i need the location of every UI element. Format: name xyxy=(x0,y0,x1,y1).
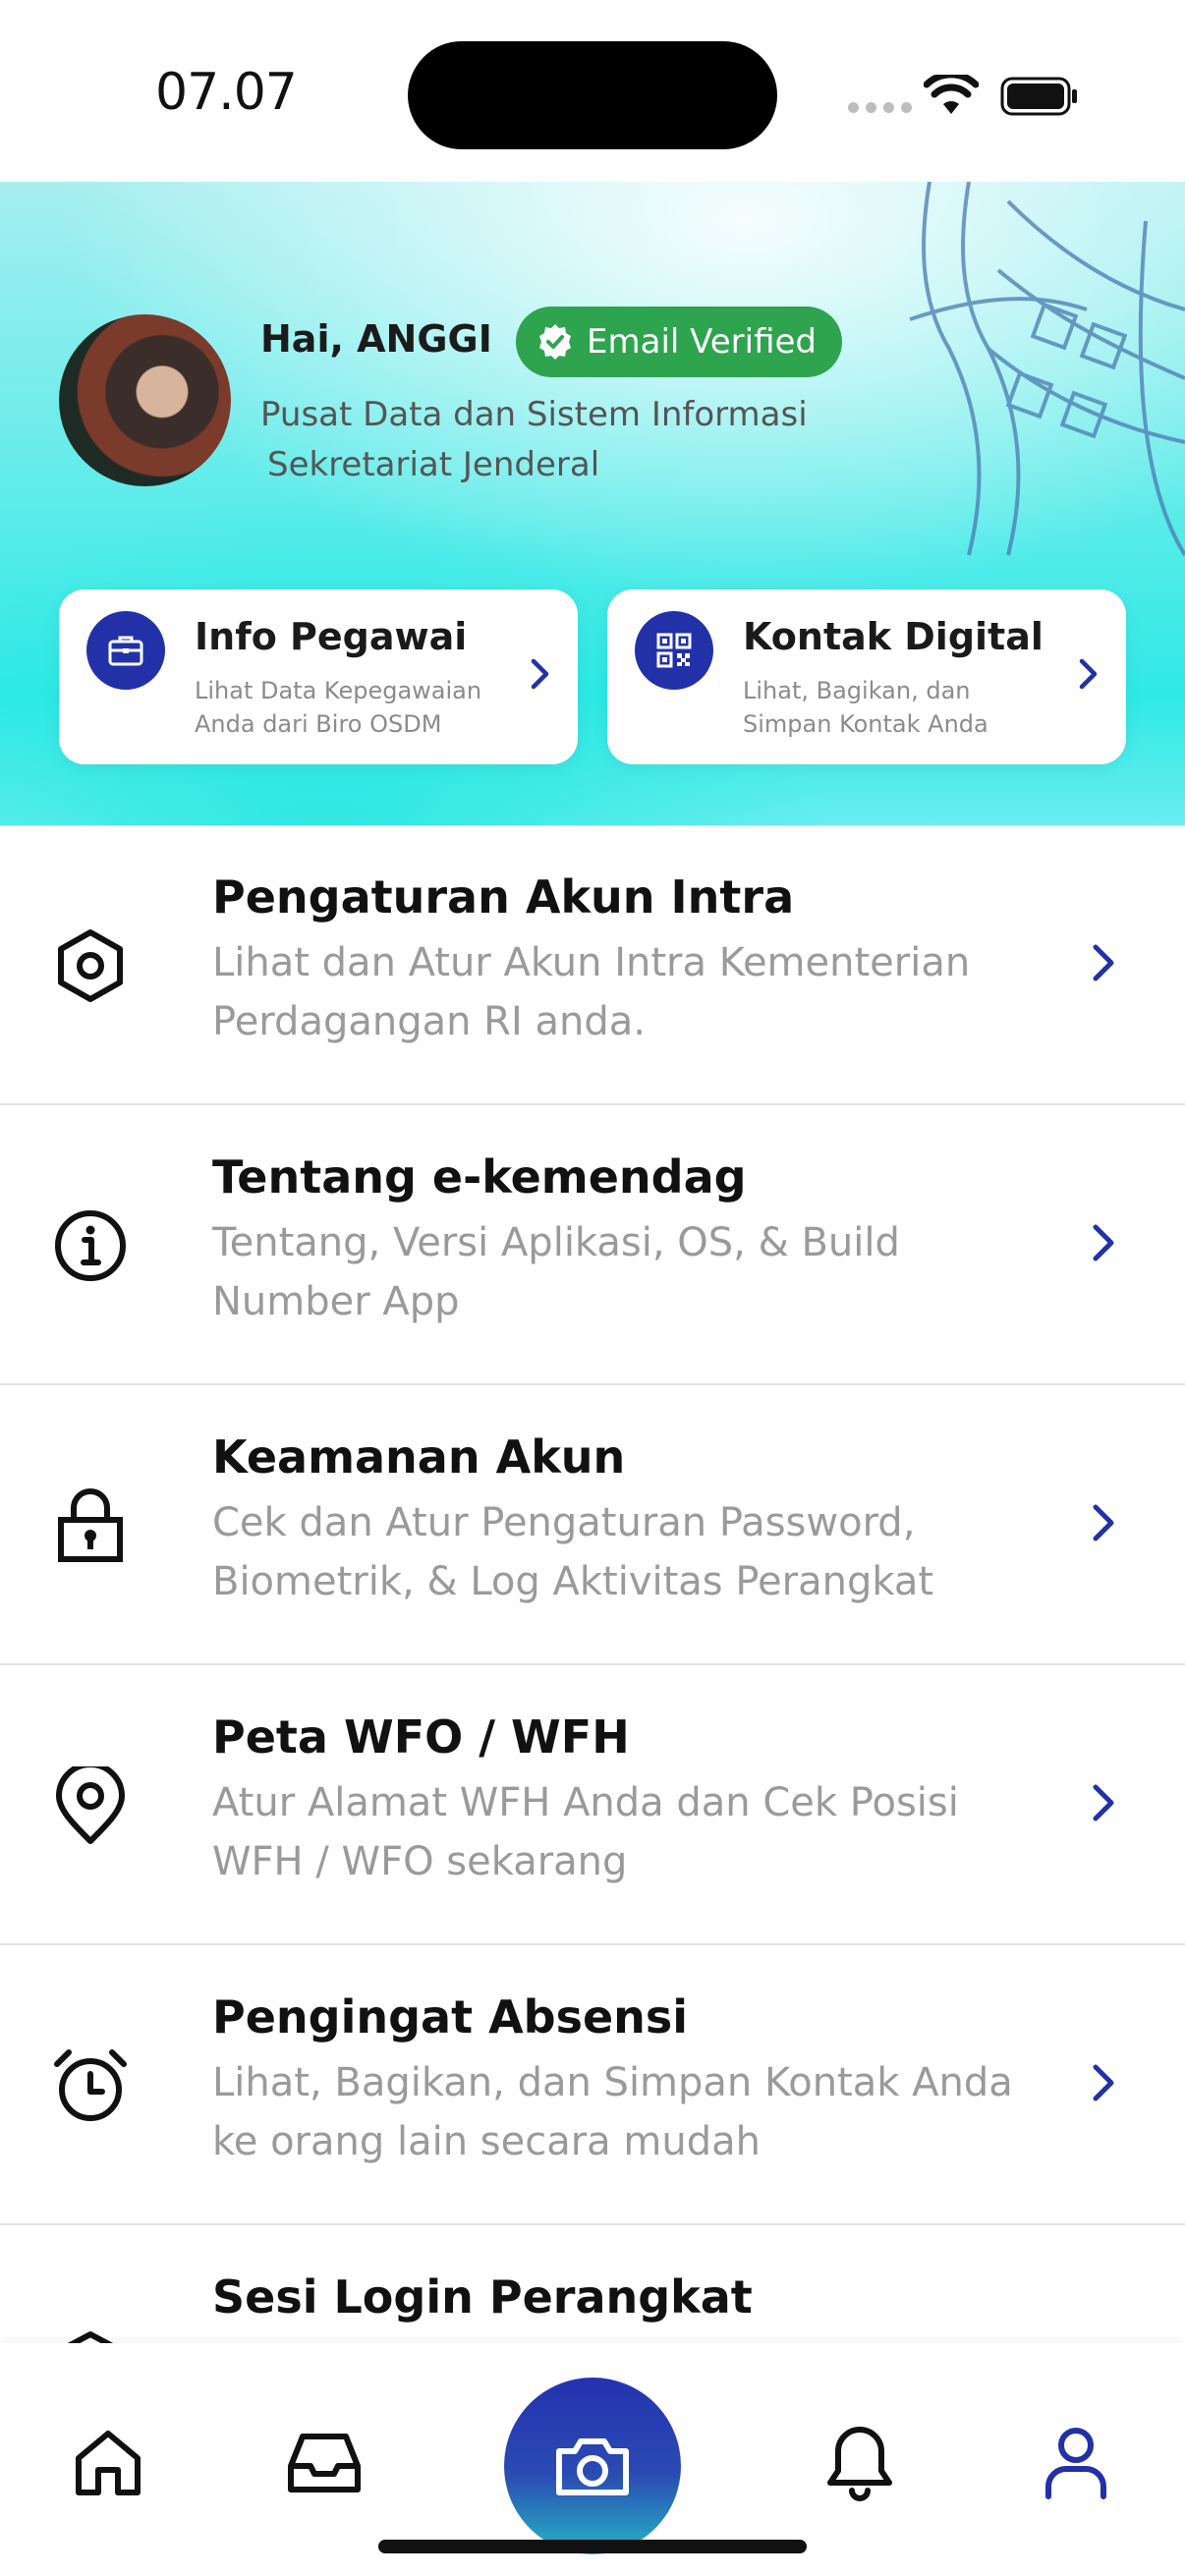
settings-hexagon-icon xyxy=(58,929,123,1002)
menu-item-pengaturan-akun-intra[interactable]: Pengaturan Akun Intra Lihat dan Atur Aku… xyxy=(0,825,1185,1105)
menu-item-description: Tentang, Versi Aplikasi, OS, & Build Num… xyxy=(212,1220,900,1324)
profile-icon xyxy=(1045,2428,1106,2499)
cellular-signal-icon xyxy=(848,102,912,113)
organization-unit: Pusat Data dan Sistem Informasi xyxy=(260,395,808,434)
battery-icon xyxy=(1000,77,1077,116)
kontak-digital-desc-line1: Lihat, Bagikan, dan xyxy=(743,677,971,704)
camera-button[interactable] xyxy=(504,2378,681,2554)
chevron-right-icon xyxy=(1093,1224,1114,1261)
bell-icon xyxy=(827,2427,892,2501)
info-icon xyxy=(55,1210,126,1281)
menu-item-keamanan-akun[interactable]: Keamanan Akun Cek dan Atur Pengaturan Pa… xyxy=(0,1385,1185,1665)
camera-icon xyxy=(556,2438,629,2495)
qr-code-icon xyxy=(635,611,713,690)
menu-item-pengingat-absensi[interactable]: Pengingat Absensi Lihat, Bagikan, dan Si… xyxy=(0,1945,1185,2225)
email-verified-badge: Email Verified xyxy=(516,307,843,377)
alarm-clock-icon xyxy=(54,2049,127,2121)
chevron-right-icon xyxy=(531,658,549,690)
chevron-right-icon xyxy=(1093,1784,1114,1821)
settings-menu-list: Pengaturan Akun Intra Lihat dan Atur Aku… xyxy=(0,825,1185,2505)
map-pin-icon xyxy=(56,1766,125,1844)
nav-notifications-button[interactable] xyxy=(820,2424,899,2502)
chevron-right-icon xyxy=(1093,2064,1114,2101)
avatar[interactable] xyxy=(59,314,231,486)
email-verified-label: Email Verified xyxy=(587,322,818,362)
menu-item-description: Cek dan Atur Pengaturan Password, Biomet… xyxy=(212,1500,934,1604)
chevron-right-icon xyxy=(1093,944,1114,981)
status-time: 07.07 xyxy=(155,63,298,122)
menu-item-title: Sesi Login Perangkat xyxy=(212,2270,753,2324)
dynamic-island xyxy=(408,41,777,149)
info-pegawai-description: Lihat Data Kepegawaian Anda dari Biro OS… xyxy=(195,674,509,741)
menu-item-description: Lihat dan Atur Akun Intra Kementerian Pe… xyxy=(212,940,971,1044)
home-icon xyxy=(76,2431,141,2495)
verified-check-icon xyxy=(539,324,571,360)
menu-item-description: Atur Alamat WFH Anda dan Cek Posisi WFH … xyxy=(212,1780,959,1884)
nav-profile-button[interactable] xyxy=(1037,2424,1115,2502)
chevron-right-icon xyxy=(1093,1504,1114,1541)
kontak-digital-card[interactable]: Kontak Digital Lihat, Bagikan, dan Simpa… xyxy=(607,589,1126,764)
menu-item-tentang-e-kemendag[interactable]: Tentang e-kemendag Tentang, Versi Aplika… xyxy=(0,1105,1185,1385)
status-bar: 07.07 xyxy=(0,0,1185,182)
info-pegawai-card[interactable]: Info Pegawai Lihat Data Kepegawaian Anda… xyxy=(59,589,578,764)
home-indicator[interactable] xyxy=(378,2540,807,2553)
chevron-right-icon xyxy=(1079,658,1098,690)
nav-inbox-button[interactable] xyxy=(285,2424,364,2502)
profile-header: Hai, ANGGI Email Verified Pusat Data dan… xyxy=(0,182,1185,825)
menu-item-description: Lihat, Bagikan, dan Simpan Kontak Anda k… xyxy=(212,2060,1013,2164)
lock-icon xyxy=(58,1488,123,1562)
info-pegawai-title: Info Pegawai xyxy=(195,615,468,658)
menu-item-title: Pengaturan Akun Intra xyxy=(212,870,795,924)
kontak-digital-description: Lihat, Bagikan, dan Simpan Kontak Anda xyxy=(743,674,1057,741)
menu-item-title: Keamanan Akun xyxy=(212,1430,626,1484)
wifi-icon xyxy=(924,75,979,114)
kontak-digital-title: Kontak Digital xyxy=(743,615,1044,658)
briefcase-icon xyxy=(86,611,165,690)
info-pegawai-desc-line1: Lihat Data Kepegawaian xyxy=(195,677,482,704)
menu-item-title: Pengingat Absensi xyxy=(212,1990,689,2044)
organization-division: Sekretariat Jenderal xyxy=(267,445,600,484)
greeting-text: Hai, ANGGI xyxy=(260,317,492,361)
menu-item-title: Peta WFO / WFH xyxy=(212,1710,630,1764)
nav-home-button[interactable] xyxy=(69,2424,147,2502)
menu-item-title: Tentang e-kemendag xyxy=(212,1150,747,1204)
inbox-icon xyxy=(288,2434,361,2492)
info-pegawai-desc-line2: Anda dari Biro OSDM xyxy=(195,710,442,738)
kontak-digital-desc-line2: Simpan Kontak Anda xyxy=(743,710,988,738)
menu-item-peta-wfo-wfh[interactable]: Peta WFO / WFH Atur Alamat WFH Anda dan … xyxy=(0,1665,1185,1945)
